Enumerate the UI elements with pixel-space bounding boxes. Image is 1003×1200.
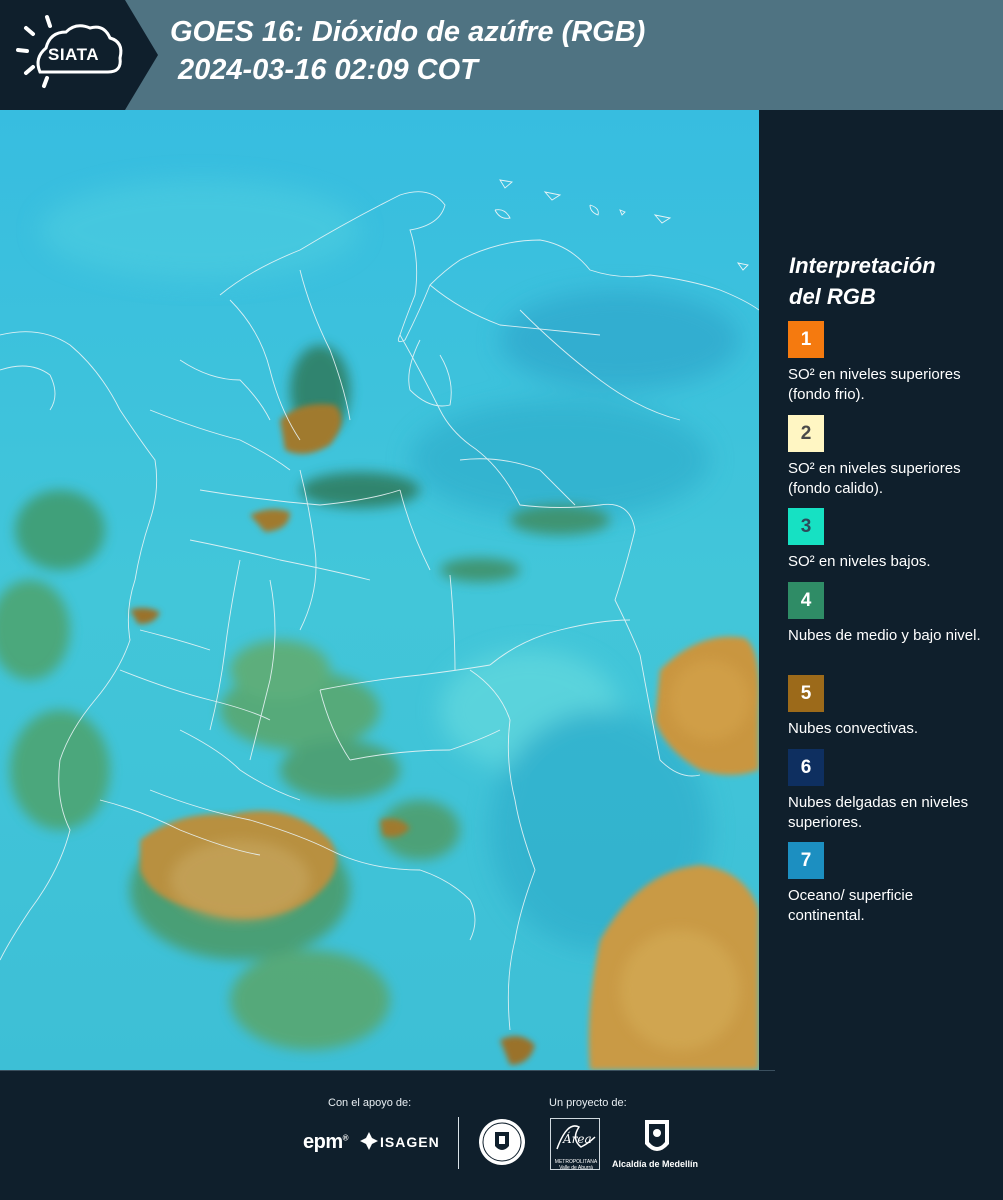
legend-swatch: 4	[788, 582, 824, 619]
legend-label: SO² en niveles bajos.	[788, 553, 931, 570]
legend-item: 5 Nubes convectivas.	[788, 675, 998, 739]
epm-logo-text: epm	[303, 1131, 343, 1153]
support-label: Con el apoyo de:	[328, 1097, 412, 1109]
legend-swatch: 6	[788, 749, 824, 786]
area-logo-name: Área	[562, 1131, 592, 1146]
project-label: Un proyecto de:	[549, 1097, 627, 1109]
legend-number: 6	[800, 756, 812, 778]
legend-number: 1	[800, 328, 812, 350]
siata-logo-text: SIATA	[48, 45, 99, 64]
footer-divider	[0, 1070, 775, 1071]
legend-title-line1: Interpretación	[789, 253, 936, 278]
legend-swatch: 1	[788, 321, 824, 358]
legend-number: 3	[800, 515, 812, 537]
header-bar: SIATA GOES 16: Dióxido de azúfre (RGB) 2…	[0, 0, 1003, 110]
legend-swatch: 3	[788, 508, 824, 545]
area-subtitle-2: Valle de Aburrá	[559, 1165, 593, 1171]
legend-item: 1 SO² en niveles superiores (fondo frio)…	[788, 321, 998, 405]
legend-number: 7	[800, 849, 812, 871]
legend-label: Nubes convectivas.	[788, 720, 919, 737]
legend-item: 4 Nubes de medio y bajo nivel.	[788, 582, 998, 646]
area-logo-mark: Área	[556, 1125, 596, 1150]
legend-item: 2 SO² en niveles superiores (fondo calid…	[788, 415, 998, 499]
isagen-icon	[360, 1132, 378, 1150]
siata-logo: SIATA	[0, 0, 160, 110]
alcaldia-text: Alcaldía de Medellín	[612, 1159, 699, 1169]
legend-title: Interpretación del RGB	[789, 250, 989, 312]
footer-separator	[458, 1117, 459, 1169]
legend-panel: Interpretación del RGB 1 SO² en niveles …	[759, 110, 1003, 1070]
alcaldia-crest-icon	[645, 1120, 669, 1151]
legend-item: 3 SO² en niveles bajos.	[788, 508, 998, 572]
legend-label: Nubes delgadas en niveles superiores.	[788, 794, 969, 831]
legend-swatch: 7	[788, 842, 824, 879]
legend-label: Oceano/ superficie continental.	[788, 887, 914, 924]
legend-swatch: 2	[788, 415, 824, 452]
legend-number: 5	[800, 682, 812, 704]
legend-title-line2: del RGB	[789, 284, 876, 309]
isagen-logo: ISAGEN	[380, 1134, 440, 1150]
epm-logo: epm®	[303, 1131, 349, 1153]
legend-label: SO² en niveles superiores (fondo frio).	[788, 366, 961, 403]
footer: Con el apoyo de: Un proyecto de: epm® IS…	[0, 1070, 1003, 1200]
legend-swatch: 5	[788, 675, 824, 712]
satellite-image	[0, 110, 759, 1070]
page-title: GOES 16: Dióxido de azúfre (RGB)	[170, 16, 646, 48]
legend-label: Nubes de medio y bajo nivel.	[788, 627, 981, 644]
timestamp: 2024-03-16 02:09 COT	[178, 54, 478, 86]
legend-item: 6 Nubes delgadas en niveles superiores.	[788, 749, 998, 833]
legend-number: 2	[800, 422, 812, 444]
satellite-map	[0, 110, 759, 1070]
legend-item: 7 Oceano/ superficie continental.	[788, 842, 998, 926]
area-metropolitana-text: METROPOLITANA Valle de Aburrá	[550, 1159, 602, 1171]
medellin-seal-icon	[479, 1119, 525, 1165]
legend-number: 4	[800, 589, 812, 611]
legend-label: SO² en niveles superiores (fondo calido)…	[788, 460, 961, 497]
